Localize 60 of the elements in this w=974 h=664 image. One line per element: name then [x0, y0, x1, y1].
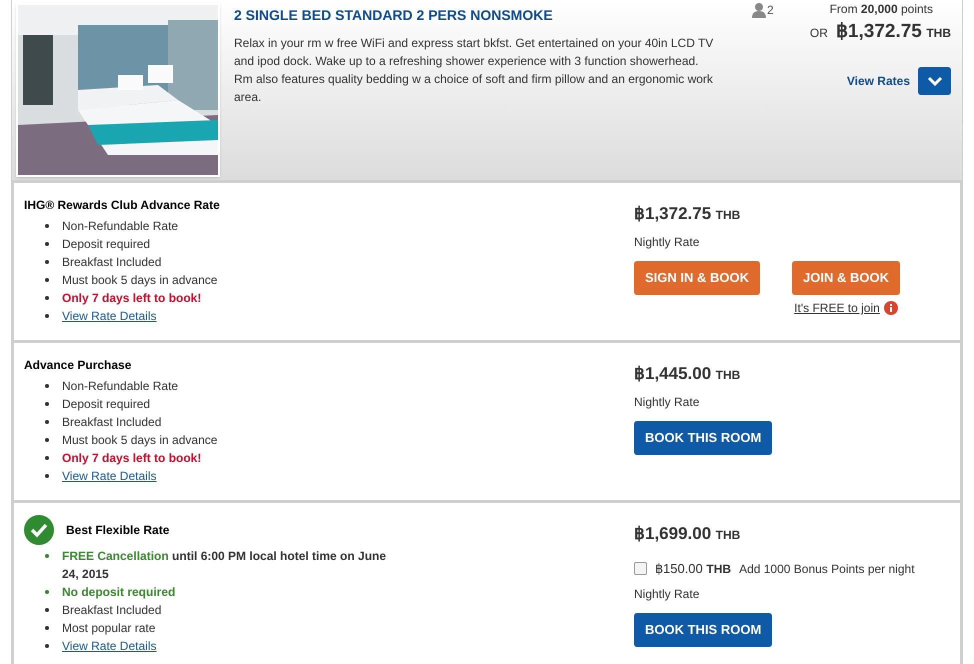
view-rates-link[interactable]: View Rates — [846, 72, 910, 90]
bullet-icon — [45, 384, 49, 388]
rate-feature: No deposit required — [62, 584, 176, 601]
bullet-icon — [45, 590, 49, 594]
bullet-icon — [45, 644, 49, 648]
bullet-icon — [45, 626, 49, 630]
guest-count: 2 — [767, 2, 774, 19]
bullet-icon — [45, 608, 49, 612]
checkbox[interactable] — [634, 562, 647, 576]
room-description: Relax in your rm w free WiFi and express start bkfst. Get entertained on your 40in LCD TV and ipod dock. Wake up to a refreshing shower experience with 3 function showerhead. Rm also features quality bedding w a choice of soft and firm pillow and an ergonomic work area. — [234, 35, 714, 106]
nightly-rate-label: Nightly Rate — [634, 234, 700, 251]
rate-feature: Most popular rate — [62, 620, 156, 637]
rate-price: ฿1,445.00 THB — [634, 363, 742, 385]
bullet-icon — [45, 474, 49, 478]
room-title: 2 SINGLE BED STANDARD 2 PERS NONSMOKE — [234, 6, 554, 25]
bullet-icon — [45, 420, 49, 424]
view-rate-details-link[interactable]: View Rate Details — [62, 467, 156, 485]
rate-title: IHG® Rewards Club Advance Rate — [24, 197, 220, 214]
rate-feature: Deposit required — [62, 396, 150, 413]
rate-title: Advance Purchase — [24, 357, 132, 374]
guest-icon — [752, 2, 766, 18]
bullet-icon — [45, 402, 49, 406]
bullet-icon — [45, 456, 49, 460]
free-join-link[interactable]: It's FREE to join — [794, 299, 880, 317]
rate-title: Best Flexible Rate — [66, 522, 170, 539]
view-rate-details-link[interactable]: View Rate Details — [62, 307, 156, 325]
points-price: From 20,000 points — [830, 1, 934, 18]
rate-feature: Breakfast Included — [62, 414, 162, 431]
nightly-rate-label: Nightly Rate — [634, 586, 700, 602]
bullet-icon — [45, 296, 49, 300]
rate-feature: Deposit required — [62, 236, 150, 253]
rate-feature: FREE Cancellation until 6:00 PM local hotel time on June 24, 2015 — [62, 548, 388, 583]
bullet-icon — [45, 224, 49, 228]
view-rate-details-link[interactable]: View Rate Details — [62, 637, 156, 655]
book-button[interactable]: BOOK THIS ROOM — [634, 421, 772, 455]
rate-price: ฿1,699.00 THB — [634, 523, 742, 545]
rate-feature: Must book 5 days in advance — [62, 272, 218, 289]
addon-price: ฿150.00 THB — [655, 560, 732, 578]
rate-feature: Must book 5 days in advance — [62, 432, 218, 449]
rate-feature: Non-Refundable Rate — [62, 378, 178, 395]
rate-feature: Breakfast Included — [62, 254, 162, 271]
info-icon[interactable] — [884, 301, 898, 315]
bullet-icon — [45, 260, 49, 264]
rate-warning: Only 7 days left to book! — [62, 290, 202, 307]
bullet-icon — [45, 278, 49, 282]
nightly-rate-label: Nightly Rate — [634, 394, 700, 411]
chevron-icon — [926, 76, 942, 86]
rate-warning: Only 7 days left to book! — [62, 450, 202, 467]
book-button[interactable]: BOOK THIS ROOM — [634, 612, 772, 646]
bullet-icon — [45, 314, 49, 318]
expand-button[interactable] — [918, 66, 951, 94]
rate-feature: Non-Refundable Rate — [62, 218, 178, 235]
or-label: OR — [810, 25, 828, 42]
rate-feature: Breakfast Included — [62, 602, 162, 619]
room-price: ฿1,372.75 THB — [836, 20, 951, 44]
addon-label: Add 1000 Bonus Points per night — [739, 560, 915, 578]
bullet-icon — [45, 438, 49, 442]
bullet-icon — [45, 242, 49, 246]
bullet-icon — [45, 554, 49, 558]
rate-price: ฿1,372.75 THB — [634, 203, 742, 225]
